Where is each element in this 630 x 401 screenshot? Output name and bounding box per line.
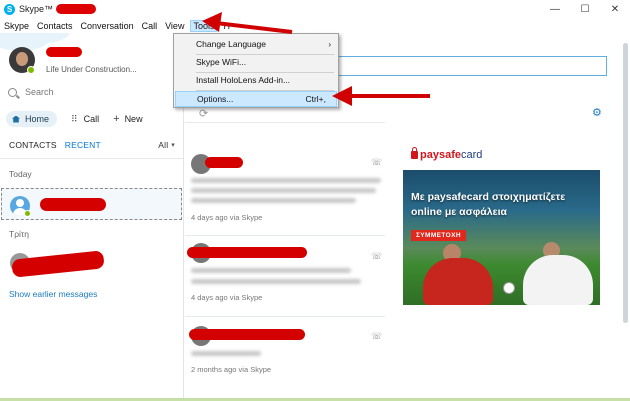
search-icon — [8, 87, 17, 97]
nav-row: Home ⠿ Call + New — [6, 111, 143, 127]
blurred-message — [191, 198, 356, 203]
chevron-right-icon: › — [328, 39, 331, 49]
close-button[interactable]: ✕ — [600, 0, 630, 18]
redacted-feed-name — [205, 157, 243, 168]
home-icon — [12, 115, 20, 123]
phone-icon[interactable]: ☏ — [371, 251, 382, 262]
call-button[interactable]: ⠿ Call — [71, 114, 99, 125]
divider — [185, 235, 385, 236]
tab-contacts[interactable]: CONTACTS — [9, 140, 57, 150]
new-label: New — [124, 114, 143, 124]
menu-view[interactable]: View — [165, 20, 184, 32]
minimize-button[interactable]: — — [540, 0, 570, 18]
ad-brand-main: paysafe — [420, 149, 461, 161]
blurred-message — [191, 188, 376, 193]
menu-item-options[interactable]: Options... Ctrl+, — [175, 91, 337, 107]
filter-dropdown[interactable]: All ▾ — [158, 140, 175, 150]
redacted-feed-name — [189, 329, 305, 340]
menu-item-change-language[interactable]: Change Language › — [175, 36, 337, 52]
ad-cta-button[interactable]: ΣΥΜΜΕΤΟΧΗ — [411, 230, 466, 241]
new-button[interactable]: + New — [113, 113, 142, 125]
title-bar: S Skype™ — ☐ ✕ — [0, 0, 630, 18]
advertisement-banner[interactable]: paysafecard Με paysafecard στοιχηματίζετ… — [403, 140, 600, 305]
maximize-button[interactable]: ☐ — [570, 0, 600, 18]
divider — [185, 122, 385, 123]
player-image — [523, 255, 593, 305]
blurred-message — [191, 178, 381, 183]
filter-label: All — [158, 140, 169, 150]
ad-header: paysafecard — [403, 140, 600, 170]
avatar-face — [16, 52, 28, 66]
section-day: Τρίτη — [9, 229, 30, 239]
menu-item-label: Skype WiFi... — [196, 57, 247, 67]
search-placeholder: Search — [25, 87, 54, 97]
menu-item-skype-wifi[interactable]: Skype WiFi... — [175, 54, 337, 70]
feed-timestamp: 2 months ago via Skype — [191, 365, 272, 374]
sidebar: Life Under Construction... Search Home ⠿… — [0, 33, 184, 401]
menu-item-shortcut: Ctrl+, — [305, 94, 326, 104]
menu-item-install-hololens[interactable]: Install HoloLens Add-in... — [175, 72, 337, 88]
redacted-feed-name — [187, 247, 307, 258]
call-label: Call — [83, 114, 100, 124]
arrow-shaft — [215, 21, 293, 34]
feed-timestamp: 4 days ago via Skype — [191, 213, 263, 222]
menu-item-label: Install HoloLens Add-in... — [196, 75, 291, 85]
menu-contacts[interactable]: Contacts — [37, 20, 73, 32]
annotation-arrow-icon — [202, 12, 293, 34]
annotation-arrow-icon — [332, 86, 430, 106]
tools-menu: Change Language › Skype WiFi... Install … — [173, 33, 339, 108]
window-controls: — ☐ ✕ — [540, 0, 630, 18]
avatar-head — [16, 199, 24, 207]
window-title: Skype™ — [19, 4, 54, 14]
online-status-icon — [24, 210, 31, 217]
home-label: Home — [25, 114, 50, 124]
skype-logo-icon: S — [4, 3, 15, 15]
show-earlier-link[interactable]: Show earlier messages — [9, 289, 97, 299]
scrollbar[interactable] — [621, 33, 630, 401]
menu-item-label: Options... — [197, 94, 234, 104]
divider — [185, 316, 385, 317]
arrow-head — [332, 86, 352, 106]
menu-item-label: Change Language — [196, 39, 266, 49]
menu-skype[interactable]: Skype — [4, 20, 29, 32]
profile-banner: Life Under Construction... — [0, 33, 184, 83]
menu-bar: Skype Contacts Conversation Call View To… — [0, 18, 630, 33]
contact-tabs: CONTACTS RECENT All ▾ — [9, 140, 175, 150]
ad-brand: paysafecard — [420, 149, 482, 161]
section-today: Today — [9, 169, 32, 179]
football-icon — [503, 282, 515, 294]
blurred-message — [191, 279, 361, 284]
scrollbar-thumb[interactable] — [623, 43, 628, 323]
list-item[interactable] — [1, 188, 182, 220]
tab-recent[interactable]: RECENT — [65, 140, 101, 150]
ad-brand-suffix: card — [460, 149, 483, 161]
phone-icon[interactable]: ☏ — [371, 331, 382, 342]
home-button[interactable]: Home — [6, 111, 58, 127]
feed-timestamp: 4 days ago via Skype — [191, 293, 263, 302]
plus-icon: + — [113, 113, 120, 125]
padlock-icon — [411, 147, 418, 159]
blurred-message — [191, 268, 351, 273]
dialpad-icon: ⠿ — [71, 113, 78, 124]
divider — [0, 158, 183, 159]
ad-headline: Με paysafecard στοιχηματίζετε online με … — [411, 191, 566, 218]
menu-call[interactable]: Call — [142, 20, 158, 32]
refresh-icon[interactable]: ⟳ — [199, 107, 208, 120]
redacted-contact-name — [40, 198, 106, 211]
phone-icon[interactable]: ☏ — [371, 157, 382, 168]
blurred-message — [191, 351, 261, 356]
arrow-head — [202, 12, 222, 32]
search-box[interactable]: Search — [8, 87, 54, 97]
chevron-down-icon: ▾ — [171, 142, 175, 149]
gear-icon[interactable]: ⚙ — [592, 106, 602, 119]
menu-conversation[interactable]: Conversation — [81, 20, 134, 32]
online-status-icon — [27, 66, 35, 74]
player-image — [423, 258, 493, 305]
mood-message[interactable]: Life Under Construction... — [46, 65, 137, 74]
redacted-username — [56, 4, 97, 14]
redacted-profile-name — [46, 47, 82, 57]
